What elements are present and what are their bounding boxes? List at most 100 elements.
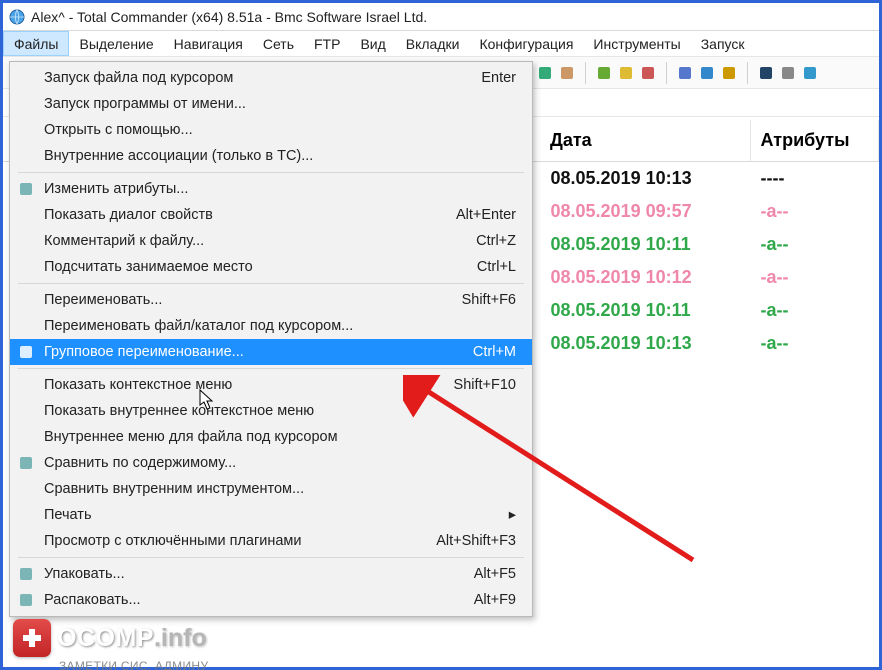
menu-item-label: Комментарий к файлу... <box>44 233 204 249</box>
compare-icon <box>18 455 34 471</box>
menu-item[interactable]: Внутренние ассоциации (только в TC)... <box>10 143 532 169</box>
menu-item-label: Упаковать... <box>44 566 125 582</box>
menu-item[interactable]: Групповое переименование... Ctrl+M <box>10 339 532 365</box>
menu-shortcut: Ctrl+Z <box>476 233 516 249</box>
menu-shortcut: Alt+Enter <box>456 207 516 223</box>
menu-item[interactable]: Показать внутреннее контекстное меню <box>10 398 532 424</box>
menu-item-label: Сравнить внутренним инструментом... <box>44 481 304 497</box>
notepad-icon[interactable] <box>618 65 634 81</box>
menu-item[interactable]: Переименовать... Shift+F6 <box>10 287 532 313</box>
menu-item[interactable]: Печать ▸ <box>10 502 532 528</box>
menu-item-label: Подсчитать занимаемое место <box>44 259 253 275</box>
unpack-icon <box>18 592 34 608</box>
menu-item[interactable]: Показать контекстное меню Shift+F10 <box>10 372 532 398</box>
menu-separator <box>18 172 524 173</box>
menu-item-label: Внутреннее меню для файла под курсором <box>44 429 338 445</box>
menu-shortcut: Alt+F9 <box>474 592 516 608</box>
app-icon <box>9 9 25 25</box>
globe-icon[interactable] <box>802 65 818 81</box>
menu-item[interactable]: Сравнить внутренним инструментом... <box>10 476 532 502</box>
title-bar: Alex^ - Total Commander (x64) 8.51a - Bm… <box>3 3 879 31</box>
cell-attr: -a-- <box>750 294 879 327</box>
pack-icon <box>18 566 34 582</box>
cell-date: 08.05.2019 10:11 <box>540 294 750 327</box>
cell-attr: -a-- <box>750 261 879 294</box>
menu-item-label: Сравнить по содержимому... <box>44 455 236 471</box>
menu-item[interactable]: Распаковать... Alt+F9 <box>10 587 532 613</box>
menu-item[interactable]: Подсчитать занимаемое место Ctrl+L <box>10 254 532 280</box>
menu-item[interactable]: Внутреннее меню для файла под курсором <box>10 424 532 450</box>
menu-bar: ФайлыВыделениеНавигацияСетьFTPВидВкладки… <box>3 31 879 57</box>
menu-shortcut: Shift+F10 <box>454 377 516 393</box>
cell-date: 08.05.2019 10:13 <box>540 162 750 196</box>
menu-item[interactable]: Запуск файла под курсором Enter <box>10 65 532 91</box>
menu-item-label: Запуск файла под курсором <box>44 70 233 86</box>
menu-файлы[interactable]: Файлы <box>3 31 69 56</box>
gears-icon[interactable] <box>780 65 796 81</box>
menu-item[interactable]: Запуск программы от имени... <box>10 91 532 117</box>
menu-item-label: Показать внутреннее контекстное меню <box>44 403 314 419</box>
menu-item[interactable]: Открыть с помощью... <box>10 117 532 143</box>
menu-item-label: Групповое переименование... <box>44 344 244 360</box>
window-title: Alex^ - Total Commander (x64) 8.51a - Bm… <box>31 9 427 25</box>
submenu-arrow-icon: ▸ <box>509 507 516 523</box>
rename-icon <box>18 344 34 360</box>
menu-item-label: Открыть с помощью... <box>44 122 193 138</box>
cell-date: 08.05.2019 10:12 <box>540 261 750 294</box>
column-header-attributes[interactable]: Атрибуты <box>750 120 879 162</box>
refresh-icon[interactable] <box>537 65 553 81</box>
menu-навигация[interactable]: Навигация <box>164 31 253 56</box>
menu-item-label: Печать <box>44 507 92 523</box>
folder-tree-icon[interactable] <box>721 65 737 81</box>
cell-date: 08.05.2019 10:13 <box>540 327 750 360</box>
menu-вид[interactable]: Вид <box>350 31 395 56</box>
menu-shortcut: Alt+Shift+F3 <box>436 533 516 549</box>
clipboard-icon[interactable] <box>559 65 575 81</box>
book-icon[interactable] <box>758 65 774 81</box>
menu-item-label: Распаковать... <box>44 592 141 608</box>
menu-separator <box>18 557 524 558</box>
cell-attr: ---- <box>750 162 879 196</box>
cell-attr: -a-- <box>750 195 879 228</box>
menu-item[interactable]: Комментарий к файлу... Ctrl+Z <box>10 228 532 254</box>
menu-item[interactable]: Показать диалог свойств Alt+Enter <box>10 202 532 228</box>
menu-shortcut: Shift+F6 <box>462 292 516 308</box>
grid-icon[interactable] <box>677 65 693 81</box>
menu-item[interactable]: Сравнить по содержимому... <box>10 450 532 476</box>
paste-icon[interactable] <box>596 65 612 81</box>
menu-item[interactable]: Изменить атрибуты... <box>10 176 532 202</box>
cell-attr: -a-- <box>750 228 879 261</box>
menu-инструменты[interactable]: Инструменты <box>583 31 690 56</box>
menu-shortcut: Ctrl+L <box>477 259 516 275</box>
menu-item-label: Переименовать... <box>44 292 162 308</box>
menu-item-label: Запуск программы от имени... <box>44 96 246 112</box>
calendar-icon[interactable] <box>699 65 715 81</box>
brush-icon[interactable] <box>640 65 656 81</box>
menu-item-label: Показать диалог свойств <box>44 207 213 223</box>
menu-shortcut: Enter <box>481 70 516 86</box>
menu-ftp[interactable]: FTP <box>304 31 350 56</box>
menu-item[interactable]: Просмотр с отключёнными плагинами Alt+Shi… <box>10 528 532 554</box>
menu-конфигурация[interactable]: Конфигурация <box>469 31 583 56</box>
cell-date: 08.05.2019 09:57 <box>540 195 750 228</box>
menu-вкладки[interactable]: Вкладки <box>396 31 470 56</box>
menu-item[interactable]: Переименовать файл/каталог под курсором.… <box>10 313 532 339</box>
menu-item-label: Переименовать файл/каталог под курсором.… <box>44 318 353 334</box>
menu-item-label: Просмотр с отключёнными плагинами <box>44 533 302 549</box>
menu-item-label: Показать контекстное меню <box>44 377 232 393</box>
column-header-date[interactable]: Дата <box>540 120 750 162</box>
cell-date: 08.05.2019 10:11 <box>540 228 750 261</box>
menu-сеть[interactable]: Сеть <box>253 31 304 56</box>
cell-attr: -a-- <box>750 327 879 360</box>
menu-item-label: Изменить атрибуты... <box>44 181 188 197</box>
menu-shortcut: Alt+F5 <box>474 566 516 582</box>
menu-separator <box>18 368 524 369</box>
files-menu-dropdown: Запуск файла под курсором Enter Запуск про… <box>9 61 533 617</box>
menu-item-label: Внутренние ассоциации (только в TC)... <box>44 148 313 164</box>
menu-shortcut: Ctrl+M <box>473 344 516 360</box>
menu-separator <box>18 283 524 284</box>
menu-запуск[interactable]: Запуск <box>691 31 755 56</box>
menu-выделение[interactable]: Выделение <box>69 31 163 56</box>
menu-item[interactable]: Упаковать... Alt+F5 <box>10 561 532 587</box>
attributes-icon <box>18 181 34 197</box>
